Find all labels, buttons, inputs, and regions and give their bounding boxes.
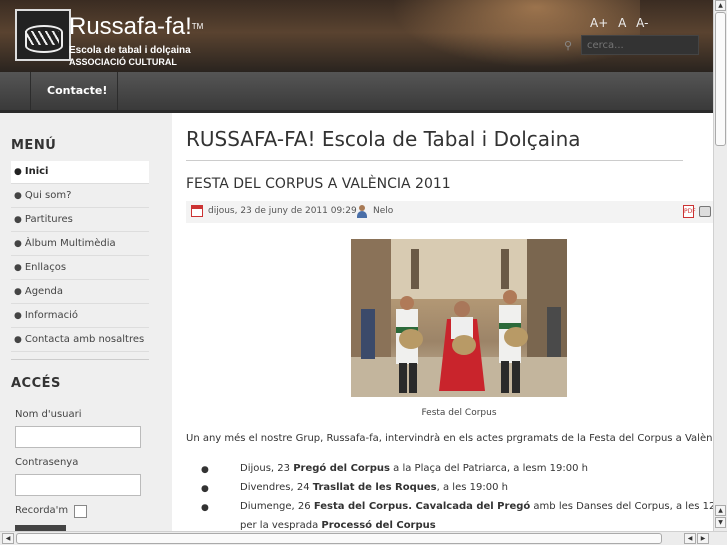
article-meta-bar: dijous, 23 de juny de 2011 09:29 Nelo PD… (186, 201, 713, 223)
scroll-down-arrow-icon[interactable]: ▼ (715, 517, 726, 528)
menu-item-contacta[interactable]: ● Contacta amb nosaltres (11, 329, 149, 352)
remember-checkbox[interactable] (74, 505, 87, 518)
username-label: Nom d'usuari (15, 409, 82, 420)
menu-item-inici[interactable]: ● Inici (11, 161, 149, 184)
photo-caption: Festa del Corpus (421, 408, 497, 418)
remember-label: Recorda'm (15, 505, 69, 516)
main-menu: ● Inici ● Qui som? ● Partitures ● Àlbum Mult… (11, 161, 149, 353)
list-item: Diumenge, 26 Festa del Corpus. Cavalcada… (240, 501, 727, 512)
site-header: Russafa-fa!TM Escola de tabal i dolçaina… (0, 0, 713, 72)
password-label: Contrasenya (15, 457, 79, 468)
drum-logo-icon[interactable] (15, 9, 71, 61)
top-navigation: Contacte! (0, 72, 713, 113)
list-item: Dijous, 23 Pregó del Corpus a la Plaça d… (240, 463, 588, 474)
menu-item-agenda[interactable]: ● Agenda (11, 281, 149, 304)
bullet: ● (201, 484, 209, 494)
article-title[interactable]: FESTA DEL CORPUS A VALÈNCIA 2011 (186, 176, 451, 192)
search-icon: ⚲ (564, 39, 573, 52)
sidebar-divider (11, 359, 149, 360)
font-decrease-button[interactable]: A- (636, 16, 648, 30)
scroll-left-arrow-icon[interactable]: ◀ (2, 533, 14, 544)
font-increase-button[interactable]: A+ (590, 16, 608, 30)
user-icon (356, 205, 368, 218)
search-input[interactable] (581, 35, 699, 55)
article-intro: Un any més el nostre Grup, Russafa-fa, i… (186, 433, 721, 444)
list-item-continuation: per la vesprada Processó del Corpus (240, 520, 436, 531)
menu-heading: MENÚ (11, 138, 57, 153)
menu-item-enllacos[interactable]: ● Enllaços (11, 257, 149, 280)
menu-item-qui-som[interactable]: ● Qui som? (11, 185, 149, 208)
vertical-scroll-thumb[interactable] (715, 12, 726, 146)
horizontal-scrollbar[interactable]: ◀ ◀ ▶ (0, 531, 727, 545)
article-author: Nelo (373, 206, 394, 216)
title-divider (186, 160, 683, 161)
bullet: ● (201, 503, 209, 513)
page-title: RUSSAFA-FA! Escola de Tabal i Dolçaina (186, 127, 581, 151)
pdf-icon[interactable]: PDF (683, 205, 696, 218)
trademark: TM (191, 22, 204, 31)
font-size-controls: A+ A A- (590, 16, 654, 30)
nav-item-contacte[interactable]: Contacte! (30, 72, 124, 110)
nav-divider (117, 72, 118, 110)
list-item: Divendres, 24 Trasllat de les Roques, a … (240, 482, 508, 493)
print-icon[interactable] (699, 206, 711, 217)
font-reset-button[interactable]: A (618, 16, 626, 30)
site-logo-text[interactable]: Russafa-fa!TM (69, 14, 203, 40)
scroll-right-arrow-icon[interactable]: ▶ (697, 533, 709, 544)
calendar-icon (191, 205, 203, 217)
article-photo (351, 239, 567, 397)
scroll-up-arrow-icon[interactable]: ▲ (715, 505, 726, 516)
scroll-left-arrow-icon[interactable]: ◀ (684, 533, 696, 544)
site-subtagline: ASSOCIACIÓ CULTURAL (69, 57, 177, 67)
vertical-scrollbar[interactable]: ▲ ▲ ▼ (713, 0, 727, 531)
username-input[interactable] (15, 426, 141, 448)
login-heading: ACCÉS (11, 376, 61, 391)
menu-item-informacio[interactable]: ● Informació (11, 305, 149, 328)
password-input[interactable] (15, 474, 141, 496)
site-tagline: Escola de tabal i dolçaina (69, 45, 191, 56)
bullet: ● (201, 465, 209, 475)
horizontal-scroll-thumb[interactable] (16, 533, 662, 544)
article-date: dijous, 23 de juny de 2011 09:29 (208, 206, 357, 216)
menu-item-album-multimedia[interactable]: ● Àlbum Multimèdia (11, 233, 149, 256)
scroll-up-arrow-icon[interactable]: ▲ (715, 0, 726, 11)
menu-item-partitures[interactable]: ● Partitures (11, 209, 149, 232)
